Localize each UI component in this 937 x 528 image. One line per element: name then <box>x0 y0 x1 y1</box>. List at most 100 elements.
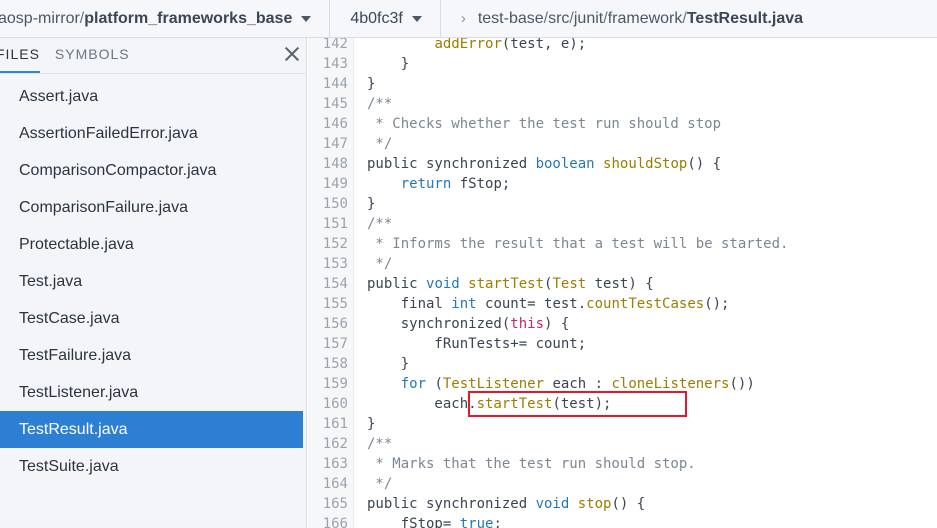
path-segment-junit[interactable]: junit <box>574 10 603 28</box>
code-token: () { <box>687 156 722 172</box>
file-item-test-result[interactable]: TestResult.java <box>0 411 303 448</box>
file-item-comparison-failure[interactable]: ComparisonFailure.java <box>0 189 303 226</box>
line-number[interactable]: 144 <box>308 74 348 94</box>
line-number[interactable]: 159 <box>308 374 348 394</box>
code-token: } <box>367 76 376 92</box>
code-token: fRunTests+= count; <box>367 336 587 352</box>
header-divider <box>439 0 441 37</box>
code-text: public void startTest(Test test) { <box>367 274 654 294</box>
code-text: } <box>367 354 409 374</box>
line-number[interactable]: 156 <box>308 314 348 334</box>
chevron-down-icon[interactable] <box>301 15 312 22</box>
code-token: int <box>451 296 477 312</box>
line-number[interactable]: 152 <box>308 234 348 254</box>
code-token: (); <box>704 296 730 312</box>
close-icon[interactable] <box>283 45 301 63</box>
code-token: cloneListeners <box>611 376 730 392</box>
code-text: /** <box>367 214 392 234</box>
line-number[interactable]: 148 <box>308 154 348 174</box>
line-number[interactable]: 143 <box>308 54 348 74</box>
tab-symbols[interactable]: SYMBOLS <box>55 46 130 73</box>
file-item-test[interactable]: Test.java <box>0 263 303 300</box>
path-segment-test-base[interactable]: test-base <box>478 10 544 28</box>
line-number[interactable]: 151 <box>308 214 348 234</box>
file-item-test-listener[interactable]: TestListener.java <box>0 374 303 411</box>
path-segment-src[interactable]: src <box>548 10 569 28</box>
line-number[interactable]: 154 <box>308 274 348 294</box>
line-number[interactable]: 155 <box>308 294 348 314</box>
line-number[interactable]: 165 <box>308 494 348 514</box>
code-token: count= test. <box>476 296 587 312</box>
code-token: () { <box>611 496 646 512</box>
file-sidebar: FILES SYMBOLS Assert.java AssertionFaile… <box>0 38 307 528</box>
line-number[interactable]: 160 <box>308 394 348 414</box>
code-token: } <box>367 356 410 372</box>
highlight-annotation-box <box>468 391 687 417</box>
line-number[interactable]: 142 <box>308 38 348 54</box>
code-text: } <box>367 414 375 434</box>
code-token: countTestCases <box>586 296 705 312</box>
line-number[interactable]: 157 <box>308 334 348 354</box>
revision-selector[interactable]: 4b0fc3f <box>350 9 422 28</box>
line-number[interactable]: 163 <box>308 454 348 474</box>
code-token: boolean <box>535 156 595 172</box>
tab-files[interactable]: FILES <box>0 46 40 73</box>
line-number[interactable]: 161 <box>308 414 348 434</box>
code-token: fStop= <box>367 516 460 528</box>
breadcrumb-bar: aosp-mirror / platform_frameworks_base 4b0… <box>0 0 937 38</box>
current-file-name: TestResult.java <box>686 9 804 27</box>
file-item-assert[interactable]: Assert.java <box>0 78 303 115</box>
code-token: public synchronized <box>367 496 536 512</box>
code-token: (test, e); <box>501 38 587 52</box>
path-segment-framework[interactable]: framework <box>608 10 683 28</box>
line-number[interactable]: 146 <box>308 114 348 134</box>
code-token: /** <box>367 436 393 452</box>
file-item-test-suite[interactable]: TestSuite.java <box>0 448 303 485</box>
code-token: each : <box>544 376 612 392</box>
file-item-comparison-compactor[interactable]: ComparisonCompactor.java <box>0 152 303 189</box>
code-token: ()) <box>729 376 755 392</box>
line-number[interactable]: 150 <box>308 194 348 214</box>
code-token: * Checks whether the test run should sto… <box>367 116 722 132</box>
code-token: void <box>535 496 570 512</box>
line-number[interactable]: 164 <box>308 474 348 494</box>
file-item-assertion-failed-error[interactable]: AssertionFailedError.java <box>0 115 303 152</box>
code-token: */ <box>367 136 393 152</box>
code-text: final int count= test.countTestCases(); <box>367 294 730 314</box>
code-text: addError(test, e); <box>367 38 586 54</box>
sidebar-tabs: FILES SYMBOLS <box>0 38 306 74</box>
file-item-test-failure[interactable]: TestFailure.java <box>0 337 303 374</box>
revision-label: 4b0fc3f <box>350 9 403 27</box>
code-token: /** <box>367 216 393 232</box>
repo-owner: aosp-mirror <box>0 9 80 27</box>
line-number[interactable]: 153 <box>308 254 348 274</box>
code-token: */ <box>367 256 393 272</box>
code-text: /** <box>367 94 392 114</box>
code-token: for <box>400 376 427 392</box>
line-number[interactable]: 147 <box>308 134 348 154</box>
code-token: test) { <box>586 276 654 292</box>
repo-selector[interactable]: aosp-mirror / platform_frameworks_base <box>0 9 312 28</box>
code-token: shouldStop <box>603 156 688 172</box>
code-text: * Marks that the test run should stop. <box>367 454 695 474</box>
code-token: fStop; <box>451 176 511 192</box>
code-token: */ <box>367 476 393 492</box>
file-item-protectable[interactable]: Protectable.java <box>0 226 303 263</box>
line-number[interactable]: 166 <box>308 514 348 528</box>
code-token: void <box>426 276 460 292</box>
line-number[interactable]: 149 <box>308 174 348 194</box>
line-number[interactable]: 158 <box>308 354 348 374</box>
code-viewer[interactable]: 142 addError(test, e); 143 } 144} 145 /** 146… <box>308 38 937 528</box>
line-number[interactable]: 145 <box>308 94 348 114</box>
chevron-right-icon: › <box>460 10 466 27</box>
code-text: return fStop; <box>367 174 511 194</box>
code-token: return <box>400 176 452 192</box>
chevron-down-icon[interactable] <box>411 15 422 22</box>
file-item-test-case[interactable]: TestCase.java <box>0 300 303 337</box>
line-number[interactable]: 162 <box>308 434 348 454</box>
code-token: startTest <box>468 276 545 292</box>
